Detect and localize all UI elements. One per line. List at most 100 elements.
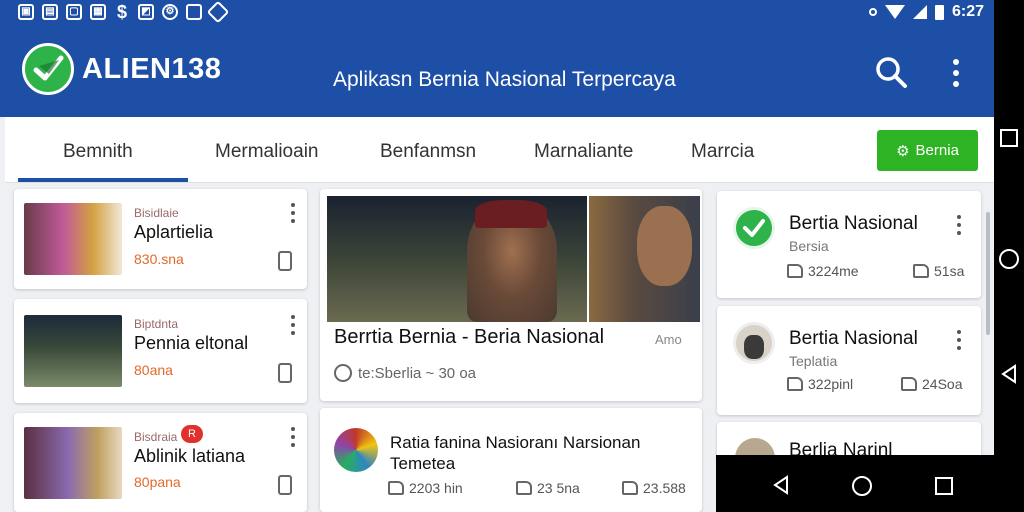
news-category: Bisidlaie	[134, 206, 179, 220]
like-stat[interactable]: 2203 hin	[388, 480, 463, 496]
bookmark-icon[interactable]	[278, 475, 292, 495]
like-count: 2203 hin	[409, 480, 463, 496]
gallery-icon: ◩	[138, 4, 154, 20]
like-stat[interactable]: 322pinl	[787, 376, 853, 392]
status-right: 6:27	[868, 3, 984, 21]
home-icon[interactable]	[998, 248, 1020, 270]
person-avatar	[733, 322, 775, 364]
calendar-icon: ▦	[90, 4, 106, 20]
status-time: 6:27	[951, 3, 984, 20]
thumbs-up-icon	[388, 481, 404, 495]
hero-more-link[interactable]: Amo	[655, 332, 682, 347]
story-title: Ratia fanina Nasioranı Narsionan Temetea	[390, 433, 641, 473]
app-tagline: Aplikasn Bernia Nasional Terpercaya	[333, 68, 676, 91]
thumbs-up-icon	[913, 264, 929, 278]
tab-marrcia[interactable]: Marrcia	[691, 141, 754, 163]
share-count: 23 5na	[537, 480, 580, 496]
clock-icon	[334, 364, 352, 382]
right-news-card-2[interactable]: Bertia Nasional Teplatia 322pinl 24Soa	[717, 306, 981, 415]
scrollbar[interactable]	[986, 212, 990, 335]
side-system-nav	[994, 0, 1024, 512]
view-stat[interactable]: 23.588	[622, 480, 686, 496]
card-menu-icon[interactable]	[955, 215, 963, 235]
bernia-button[interactable]: ⚙ Bernia	[877, 130, 978, 171]
alarm-icon	[868, 8, 877, 16]
app-logo-icon[interactable]	[22, 43, 74, 95]
right-card-subtitle: Teplatia	[789, 353, 838, 369]
app-brand: ALIEN138	[82, 53, 222, 85]
status-icons: ▣ ▤ ▢ ▦ $ ◩ ⚙	[18, 0, 230, 24]
signal-icon	[912, 5, 927, 19]
tab-mermalioain[interactable]: Mermalioain	[215, 141, 318, 163]
recents-icon[interactable]	[999, 128, 1019, 148]
tab-marnaliante[interactable]: Marnaliante	[534, 141, 633, 163]
share-stat[interactable]: 51sa	[913, 263, 964, 279]
system-nav-bar	[716, 455, 994, 512]
search-icon[interactable]	[874, 55, 908, 89]
notification-badge: R	[181, 425, 203, 443]
gear-icon: ⚙	[896, 142, 910, 160]
news-title: Ablinik latiana	[134, 446, 246, 466]
news-thumbnail	[24, 427, 122, 499]
news-meta: 80pana	[134, 474, 181, 490]
like-count: 322pinl	[808, 376, 854, 392]
bookmark-icon[interactable]	[278, 363, 292, 383]
share-count: 51sa	[934, 263, 965, 279]
bookmark-icon[interactable]	[278, 251, 292, 271]
thumbs-up-icon	[516, 481, 532, 495]
category-tabs: Bemnith Mermalioain Benfanmsn Marnaliant…	[5, 117, 994, 183]
thumbs-up-icon	[622, 481, 638, 495]
news-meta: 80ana	[134, 362, 173, 378]
battery-icon	[934, 4, 944, 20]
overflow-menu-icon[interactable]	[946, 56, 966, 90]
news-thumbnail	[24, 203, 122, 275]
right-news-card-1[interactable]: Bertia Nasional Bersia 3224me 51sa	[717, 191, 981, 298]
thumbs-up-icon	[901, 377, 917, 391]
news-meta: 830.sna	[134, 251, 184, 267]
back-icon[interactable]	[771, 475, 791, 495]
news-card-2[interactable]: Biptdnta Pennia eltonal 80ana	[14, 299, 307, 403]
card-menu-icon[interactable]	[955, 330, 963, 350]
news-card-1[interactable]: Bisidlaie Aplartielia 830.sna	[14, 189, 307, 289]
hero-news-card[interactable]: Berrtia Bernia - Beria Nasional Amo te:S…	[320, 189, 702, 401]
news-category: Biptdnta	[134, 317, 179, 331]
card-menu-icon[interactable]	[289, 203, 297, 223]
recents-icon[interactable]	[934, 476, 954, 496]
active-tab-indicator	[18, 178, 188, 182]
photo-icon: ▣	[18, 4, 34, 20]
right-card-title: Bertia Nasional	[789, 213, 918, 234]
story-avatar	[334, 428, 378, 472]
like-count: 3224me	[808, 263, 859, 279]
tab-benfanmsn[interactable]: Benfanmsn	[380, 141, 476, 163]
bernia-button-label: Bernia	[915, 142, 959, 159]
settings-icon: ⚙	[162, 4, 178, 20]
view-count: 23.588	[643, 480, 686, 496]
card-menu-icon[interactable]	[289, 427, 297, 447]
news-title: Pennia eltonal	[134, 333, 249, 353]
right-card-title: Bertia Nasional	[789, 328, 918, 349]
news-category: Bisdraia	[134, 430, 178, 444]
right-card-subtitle: Bersia	[789, 238, 829, 254]
home-icon[interactable]	[851, 475, 873, 497]
back-icon[interactable]	[999, 364, 1019, 384]
wifi-icon	[884, 5, 905, 19]
hero-image	[327, 196, 700, 322]
share-stat[interactable]: 23 5na	[516, 480, 580, 496]
news-thumbnail	[24, 315, 122, 387]
thumbs-up-icon	[787, 264, 803, 278]
card-menu-icon[interactable]	[289, 315, 297, 335]
square-icon	[186, 4, 202, 20]
share-count: 24Soa	[922, 376, 963, 392]
share-stat[interactable]: 24Soa	[901, 376, 962, 392]
checkmark-logo-icon	[733, 207, 775, 249]
story-card[interactable]: Ratia fanina Nasioranı Narsionan Temetea…	[320, 408, 702, 512]
app-screen: ▣ ▤ ▢ ▦ $ ◩ ⚙ 6:27 ALIEN138 Aplikasn Ber…	[0, 0, 994, 512]
news-card-3[interactable]: Bisdraia R Ablinik latiana 80pana	[14, 413, 307, 512]
hero-meta-text: te:Sberlia ~ 30 oa	[358, 364, 477, 382]
image-icon: ▢	[66, 4, 82, 20]
like-stat[interactable]: 3224me	[787, 263, 859, 279]
tag-icon	[206, 0, 230, 24]
tab-bemnith[interactable]: Bemnith	[63, 141, 133, 163]
dollar-icon: $	[116, 2, 127, 22]
hero-title: Berrtia Bernia - Beria Nasional	[334, 326, 605, 348]
